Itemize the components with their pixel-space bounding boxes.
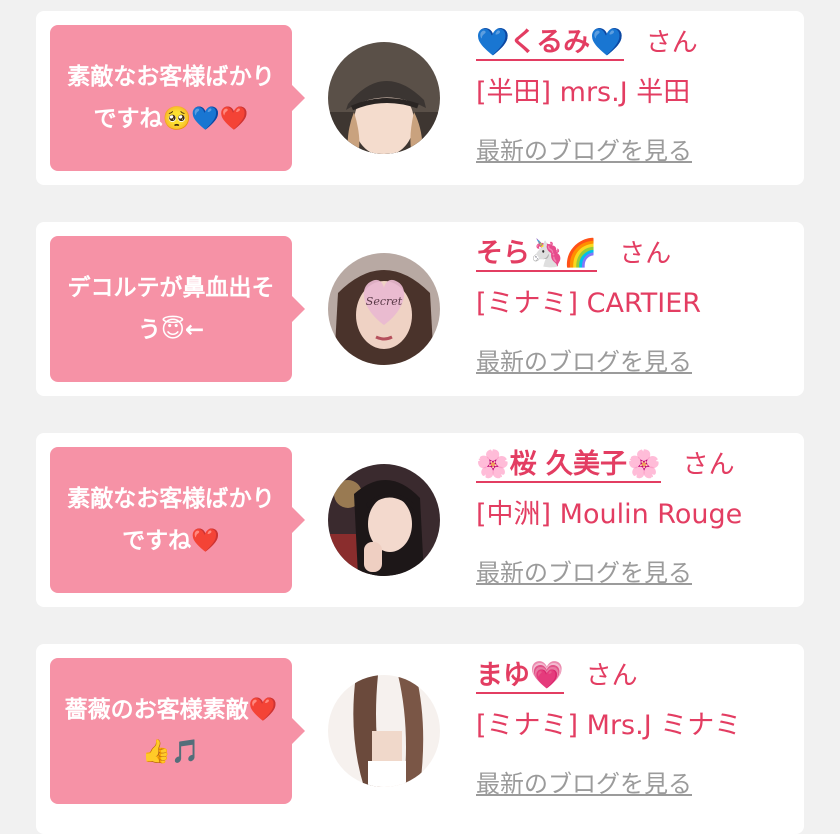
honorific: さん (682, 450, 735, 480)
avatar[interactable] (328, 675, 440, 787)
woman-with-cap-photo-icon (328, 42, 440, 154)
message-bubble: 薔薇のお客様素敵❤️👍🎵 (50, 658, 305, 804)
svg-text:Secret: Secret (366, 295, 403, 308)
avatar[interactable]: Secret (328, 253, 440, 365)
message-bubble: 素敵なお客様ばかりですね🥺💙❤️ (50, 25, 305, 171)
review-card: デコルテが鼻血出そう😇← Secret そら🦄🌈 さん [ミナミ] CARTIER… (36, 222, 804, 396)
member-info: 🌸桜 久美子🌸 さん [中洲] Moulin Rouge 最新のブログを見る (476, 445, 796, 588)
shop-label: [ミナミ] Mrs.J ミナミ (476, 710, 742, 741)
latest-blog-link[interactable]: 最新のブログを見る (476, 553, 692, 588)
review-card: 薔薇のお客様素敵❤️👍🎵 まゆ💗 さん [ミナミ] Mrs.J ミナミ 最新のブロ… (36, 644, 804, 834)
latest-blog-link[interactable]: 最新のブログを見る (476, 764, 692, 799)
member-name-link[interactable]: 🌸桜 久美子🌸 (476, 449, 661, 483)
latest-blog-link[interactable]: 最新のブログを見る (476, 131, 692, 166)
avatar[interactable] (328, 464, 440, 576)
member-info: 💙くるみ💙 さん [半田] mrs.J 半田 最新のブログを見る (476, 23, 796, 166)
review-card: 素敵なお客様ばかりですね❤️ 🌸桜 久美子🌸 さん [中洲] Moulin Rou… (36, 433, 804, 607)
message-bubble: 素敵なお客様ばかりですね❤️ (50, 447, 305, 593)
member-info: そら🦄🌈 さん [ミナミ] CARTIER 最新のブログを見る (476, 234, 796, 377)
avatar[interactable] (328, 42, 440, 154)
woman-dark-hair-photo-icon (328, 464, 440, 576)
woman-with-secret-heart-photo-icon: Secret (328, 253, 440, 365)
woman-long-hair-photo-icon (328, 675, 440, 787)
honorific: さん (619, 239, 672, 269)
shop-label: [中洲] Moulin Rouge (476, 499, 743, 530)
message-bubble: デコルテが鼻血出そう😇← (50, 236, 305, 382)
honorific: さん (645, 28, 698, 58)
latest-blog-link[interactable]: 最新のブログを見る (476, 342, 692, 377)
message-text: 素敵なお客様ばかりですね🥺💙❤️ (67, 64, 275, 132)
member-info: まゆ💗 さん [ミナミ] Mrs.J ミナミ 最新のブログを見る (476, 656, 796, 799)
shop-label: [ミナミ] CARTIER (476, 288, 702, 319)
shop-label: [半田] mrs.J 半田 (476, 77, 691, 108)
member-name-link[interactable]: そら🦄🌈 (476, 238, 598, 272)
message-text: 素敵なお客様ばかりですね❤️ (67, 486, 275, 554)
message-text: 薔薇のお客様素敵❤️👍🎵 (64, 697, 278, 765)
message-text: デコルテが鼻血出そう😇← (67, 275, 275, 343)
honorific: さん (585, 661, 638, 691)
member-name-link[interactable]: まゆ💗 (476, 660, 564, 694)
member-name-link[interactable]: 💙くるみ💙 (476, 27, 624, 61)
review-card: 素敵なお客様ばかりですね🥺💙❤️ 💙くるみ💙 さん [半田] mrs.J 半田 最… (36, 11, 804, 185)
